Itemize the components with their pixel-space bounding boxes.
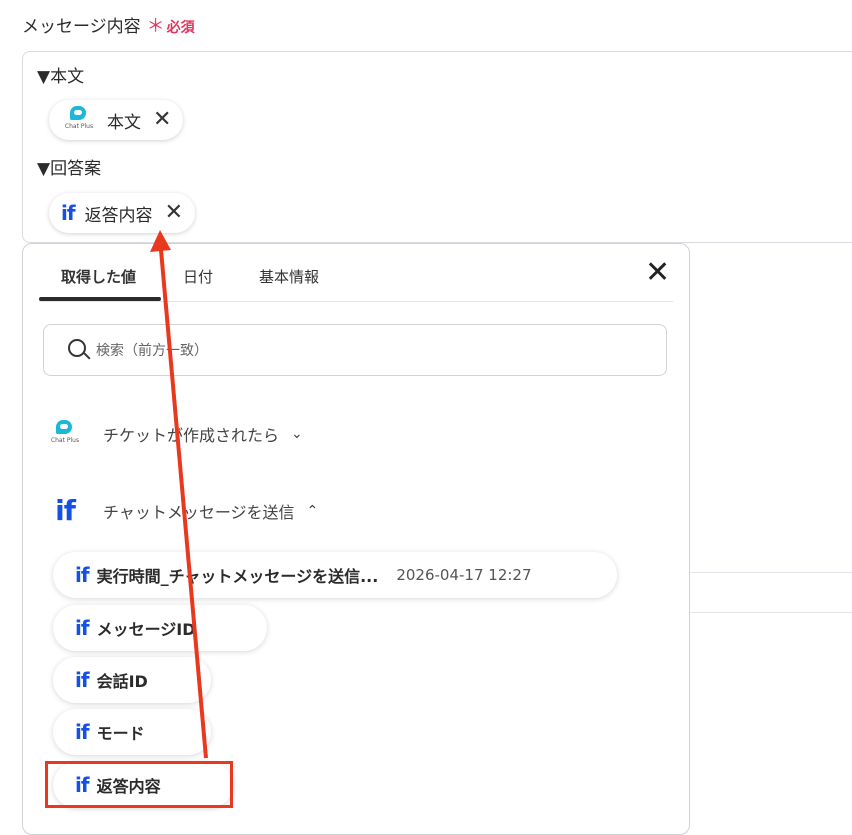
- arrow-shaft: [159, 249, 208, 759]
- arrow-head: [150, 230, 171, 252]
- annotation-arrow: [150, 230, 208, 759]
